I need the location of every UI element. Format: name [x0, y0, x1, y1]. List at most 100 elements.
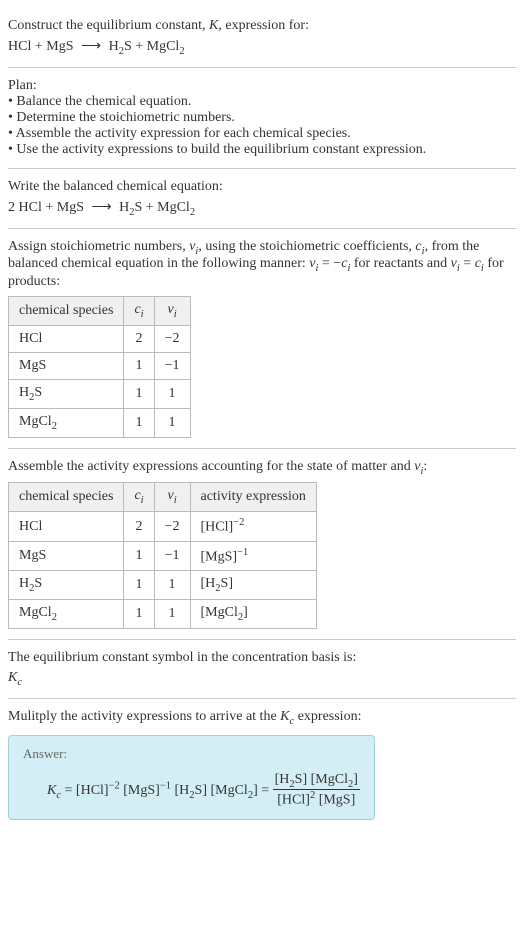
- table-row: MgS 1 −1 [MgS]−1: [9, 541, 317, 571]
- assign-section: Assign stoichiometric numbers, νi, using…: [8, 229, 516, 449]
- plan-item-3: • Assemble the activity expression for e…: [8, 126, 516, 142]
- intro-post: , expression for:: [218, 18, 309, 33]
- answer-equation: Kc = [HCl]−2 [MgS]−1 [H2S] [MgCl2] = [H2…: [23, 768, 360, 809]
- eq-mgs: MgS: [46, 39, 73, 54]
- mul-post: expression:: [294, 709, 361, 724]
- ans-k: K: [47, 783, 56, 798]
- td-act: [MgS]−1: [190, 541, 316, 571]
- td-nu: −1: [154, 352, 190, 379]
- balanced-header: Write the balanced chemical equation:: [8, 179, 516, 195]
- act: [H: [201, 576, 216, 591]
- denominator: [HCl]2 [MgS]: [273, 790, 360, 809]
- eq-s: S: [124, 39, 132, 54]
- th-nu-i: i: [174, 495, 177, 506]
- den-t: [HCl]: [277, 793, 310, 808]
- th-c: ci: [124, 483, 154, 512]
- td-species: MgS: [9, 352, 124, 379]
- sym-k: K: [8, 670, 17, 685]
- plan-section: Plan: • Balance the chemical equation. •…: [8, 68, 516, 169]
- th-c-i: i: [141, 495, 144, 506]
- td-nu: −2: [154, 325, 190, 352]
- eq-h: H: [109, 39, 119, 54]
- sp: MgCl: [19, 414, 52, 429]
- symbol-line1: The equilibrium constant symbol in the c…: [8, 650, 516, 666]
- th-species: chemical species: [9, 483, 124, 512]
- sp: H: [19, 576, 29, 591]
- assign-t1: Assign stoichiometric numbers,: [8, 239, 189, 254]
- td-c: 2: [124, 512, 154, 542]
- act: [HCl]: [201, 520, 234, 535]
- bal-h: H: [119, 200, 129, 215]
- sp2: S: [34, 576, 42, 591]
- stoich-table: chemical species ci νi HCl 2 −2 MgS 1 −1…: [8, 296, 191, 437]
- ans-eq: =: [61, 783, 76, 798]
- arrow-icon: ⟶: [91, 199, 111, 216]
- plan-item-4: • Use the activity expressions to build …: [8, 142, 516, 158]
- td-nu: 1: [154, 379, 190, 408]
- plan-header: Plan:: [8, 78, 516, 94]
- td-nu: 1: [154, 600, 190, 629]
- bal-mgs: MgS: [57, 200, 84, 215]
- intro-equation: HCl + MgS ⟶ H2S + MgCl2: [8, 38, 516, 57]
- table-header-row: chemical species ci νi activity expressi…: [9, 483, 317, 512]
- mul-k: K: [280, 709, 289, 724]
- plan-item-2: • Determine the stoichiometric numbers.: [8, 110, 516, 126]
- ans-t3b: S] [MgCl: [195, 783, 248, 798]
- table-row: MgCl2 1 1 [MgCl2]: [9, 600, 317, 629]
- th-species: chemical species: [9, 297, 124, 326]
- as-pre: Assemble the activity expressions accoun…: [8, 459, 414, 474]
- td-c: 1: [124, 541, 154, 571]
- table-row: H2S 1 1: [9, 379, 191, 408]
- table-row: HCl 2 −2 [HCl]−2: [9, 512, 317, 542]
- act: [MgS]: [201, 549, 238, 564]
- td-sp: MgCl2: [9, 600, 124, 629]
- table-row: MgS 1 −1: [9, 352, 191, 379]
- td-act: [MgCl2]: [190, 600, 316, 629]
- intro-k: K: [209, 18, 218, 33]
- sp: H: [19, 385, 29, 400]
- act2: ]: [243, 605, 248, 620]
- arrow-icon: ⟶: [81, 38, 101, 55]
- td-nu: 1: [154, 408, 190, 437]
- act2: S]: [221, 576, 233, 591]
- td-c: 1: [124, 571, 154, 600]
- sp-sub: 2: [52, 421, 57, 432]
- numerator: [H2S] [MgCl2]: [273, 772, 360, 791]
- td-sp: H2S: [9, 571, 124, 600]
- bal-hcl: HCl: [19, 200, 42, 215]
- td-c: 1: [124, 379, 154, 408]
- answer-box: Answer: Kc = [HCl]−2 [MgS]−1 [H2S] [MgCl…: [8, 735, 375, 820]
- ans-t3: [H: [171, 783, 189, 798]
- td-c: 2: [124, 325, 154, 352]
- multiply-section: Mulitply the activity expressions to arr…: [8, 699, 516, 830]
- th-c: ci: [124, 297, 154, 326]
- balanced-section: Write the balanced chemical equation: 2 …: [8, 169, 516, 229]
- answer-label: Answer:: [23, 746, 360, 762]
- as-post: :: [423, 459, 427, 474]
- th-nu: νi: [154, 483, 190, 512]
- sp: HCl: [19, 331, 42, 346]
- table-row: H2S 1 1 [H2S]: [9, 571, 317, 600]
- balanced-equation: 2 HCl + MgS ⟶ H2S + MgCl2: [8, 199, 516, 218]
- eq-mgcl-sub: 2: [179, 46, 184, 57]
- assemble-section: Assemble the activity expressions accoun…: [8, 449, 516, 641]
- mul-pre: Mulitply the activity expressions to arr…: [8, 709, 280, 724]
- num-t2: S] [MgCl: [295, 772, 348, 787]
- symbol-kc: Kc: [8, 670, 516, 688]
- table-row: HCl 2 −2: [9, 325, 191, 352]
- intro-section: Construct the equilibrium constant, K, e…: [8, 8, 516, 68]
- td-act: [HCl]−2: [190, 512, 316, 542]
- td-c: 1: [124, 352, 154, 379]
- assign-text: Assign stoichiometric numbers, νi, using…: [8, 239, 516, 291]
- td-species: HCl: [9, 325, 124, 352]
- assign-t2: , using the stoichiometric coefficients,: [198, 239, 415, 254]
- table-row: MgCl2 1 1: [9, 408, 191, 437]
- td-c: 1: [124, 600, 154, 629]
- th-nu-i: i: [174, 309, 177, 320]
- table-header-row: chemical species ci νi: [9, 297, 191, 326]
- activity-table: chemical species ci νi activity expressi…: [8, 482, 317, 629]
- td-act: [H2S]: [190, 571, 316, 600]
- th-c-i: i: [141, 309, 144, 320]
- td-species: H2S: [9, 379, 124, 408]
- symbol-section: The equilibrium constant symbol in the c…: [8, 640, 516, 699]
